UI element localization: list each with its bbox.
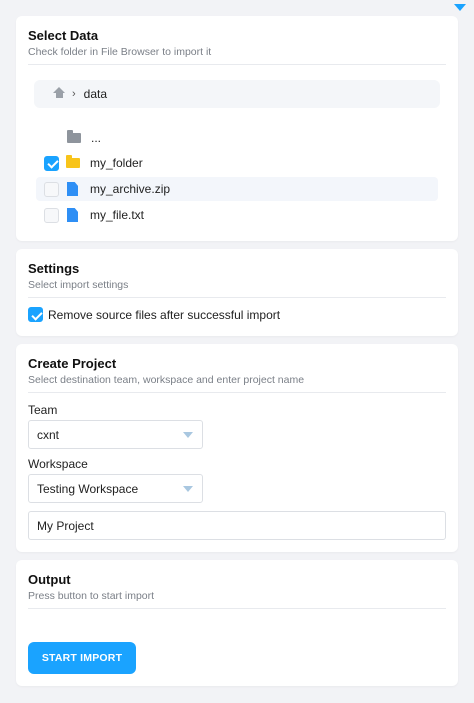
my-file-checkbox[interactable]: [44, 207, 59, 223]
divider: [28, 608, 446, 609]
breadcrumb: › data: [34, 80, 440, 108]
chevron-right-icon: ›: [72, 88, 76, 100]
divider: [28, 64, 446, 65]
list-item-parent[interactable]: ...: [36, 126, 438, 150]
folder-icon: [66, 155, 80, 168]
output-card: Output Press button to start import STAR…: [16, 560, 458, 686]
file-icon: [67, 208, 78, 222]
select-data-title: Select Data: [28, 28, 99, 43]
select-data-description: Check folder in File Browser to import i…: [28, 46, 212, 58]
list-item-my-file[interactable]: my_file.txt: [36, 203, 438, 227]
list-item-my-folder[interactable]: my_folder: [36, 151, 438, 175]
workspace-select-value: Testing Workspace: [37, 481, 139, 496]
remove-source-option[interactable]: Remove source files after successful imp…: [28, 307, 280, 322]
output-title: Output: [28, 572, 71, 587]
file-name: my_file.txt: [90, 208, 145, 222]
team-select[interactable]: cxnt: [28, 420, 203, 449]
my-folder-checkbox[interactable]: [44, 155, 59, 171]
home-icon[interactable]: [53, 87, 65, 99]
file-name: ...: [91, 131, 102, 145]
collapse-caret-icon[interactable]: [454, 4, 466, 11]
file-icon: [67, 182, 78, 196]
output-description: Press button to start import: [28, 590, 155, 602]
team-label: Team: [28, 403, 58, 417]
caret-down-icon: [183, 486, 193, 492]
project-name-input[interactable]: [28, 511, 446, 540]
divider: [28, 392, 446, 393]
settings-card: Settings Select import settings Remove s…: [16, 249, 458, 336]
file-name: my_folder: [90, 156, 143, 170]
create-project-card: Create Project Select destination team, …: [16, 344, 458, 552]
create-project-title: Create Project: [28, 356, 117, 371]
settings-description: Select import settings: [28, 279, 129, 291]
file-name: my_archive.zip: [90, 182, 171, 196]
select-data-card: Select Data Check folder in File Browser…: [16, 16, 458, 241]
my-archive-checkbox[interactable]: [44, 181, 59, 197]
settings-title: Settings: [28, 261, 80, 276]
list-item-my-archive[interactable]: my_archive.zip: [36, 177, 438, 201]
workspace-label: Workspace: [28, 457, 88, 471]
breadcrumb-item-data[interactable]: data: [84, 87, 107, 101]
remove-source-label: Remove source files after successful imp…: [48, 307, 281, 322]
create-project-description: Select destination team, workspace and e…: [28, 374, 305, 386]
remove-source-checkbox[interactable]: [28, 307, 43, 322]
workspace-select[interactable]: Testing Workspace: [28, 474, 203, 503]
start-import-button[interactable]: START IMPORT: [28, 642, 136, 674]
divider: [28, 297, 446, 298]
caret-down-icon: [183, 432, 193, 438]
folder-icon: [67, 130, 81, 143]
team-select-value: cxnt: [37, 427, 60, 442]
